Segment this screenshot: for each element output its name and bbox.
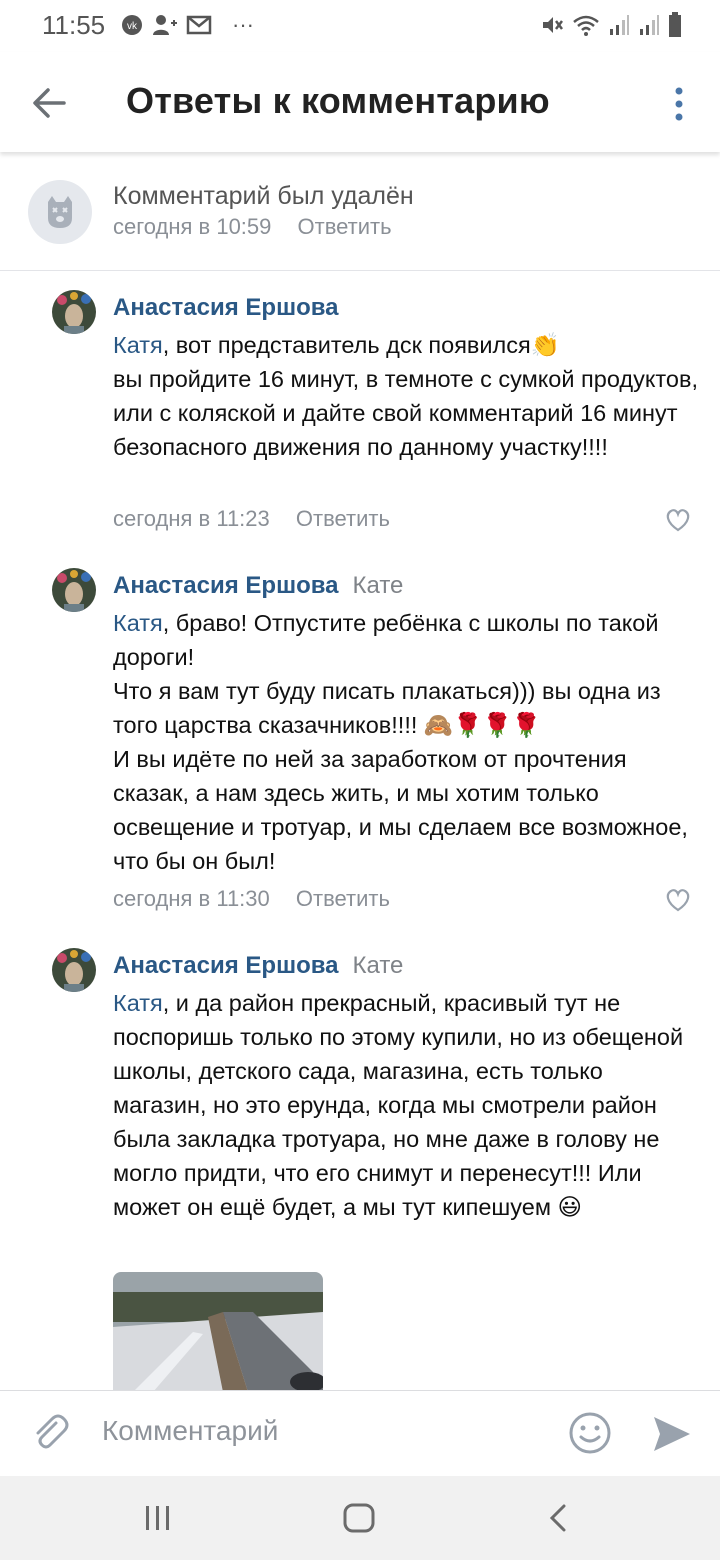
mention-link[interactable]: Катя (113, 332, 163, 358)
back-icon[interactable] (542, 1502, 578, 1534)
comment-input-bar: Комментарий (0, 1390, 720, 1477)
author-name[interactable]: Анастасия Ершова (113, 952, 339, 979)
system-nav-bar (0, 1476, 720, 1560)
reply-button[interactable]: Ответить (298, 214, 392, 239)
reply-button[interactable]: Ответить (296, 506, 390, 531)
comment-item: Анастасия Ершова Кате Катя, и да район пр… (0, 930, 720, 1392)
back-arrow-icon[interactable] (30, 84, 68, 122)
mention-link[interactable]: Катя (113, 610, 163, 636)
mail-icon (186, 15, 212, 35)
heart-icon[interactable] (664, 886, 692, 914)
reply-to-name[interactable]: Кате (353, 952, 404, 979)
status-time: 11:55 (42, 10, 106, 40)
top-app-bar: Ответы к комментарию (0, 52, 720, 152)
comment-body: , и да район прекрасный, красивый тут не… (113, 990, 684, 1220)
comment-text: Катя, браво! Отпустите ребёнка с школы п… (113, 606, 698, 878)
more-dots-icon: ··· (232, 12, 254, 37)
comment-meta: сегодня в 11:23 Ответить (113, 506, 390, 532)
add-user-icon (153, 15, 177, 35)
signal-icon (640, 15, 659, 35)
comment-item: Анастасия Ершова Катя, вот представитель… (0, 270, 720, 570)
deleted-comment-text: Комментарий был удалён (113, 182, 414, 210)
comment-body: , браво! Отпустите ребёнка с школы по та… (113, 610, 688, 874)
comment-input[interactable]: Комментарий (102, 1415, 278, 1447)
mention-link[interactable]: Катя (113, 990, 163, 1016)
comment-header: Анастасия Ершова Кате (113, 572, 403, 600)
home-icon[interactable] (341, 1502, 377, 1534)
deleted-user-avatar (28, 180, 92, 244)
avatar[interactable] (52, 568, 96, 612)
more-vertical-icon[interactable] (672, 86, 686, 122)
author-name[interactable]: Анастасия Ершова (113, 572, 339, 599)
comment-header: Анастасия Ершова Кате (113, 952, 403, 980)
attached-photo[interactable] (113, 1272, 323, 1392)
page-title: Ответы к комментарию (126, 80, 550, 121)
comment-text: Катя, вот представитель дск появился👏 вы… (113, 328, 698, 464)
comment-time: сегодня в 11:23 (113, 506, 270, 531)
paperclip-icon[interactable] (30, 1413, 70, 1453)
reply-to-name[interactable]: Кате (353, 572, 404, 599)
comment-text: Катя, и да район прекрасный, красивый ту… (113, 986, 698, 1224)
status-notification-icons: vk ··· (120, 12, 254, 38)
comment-meta: сегодня в 10:59 Ответить (113, 214, 392, 240)
wifi-icon (573, 15, 599, 36)
comment-time: сегодня в 10:59 (113, 214, 272, 239)
status-bar: 11:55 vk ··· (0, 0, 720, 52)
vk-icon: vk (122, 15, 142, 35)
status-system-icons (540, 12, 682, 38)
battery-icon (669, 12, 681, 37)
heart-icon[interactable] (664, 506, 692, 534)
comment-header: Анастасия Ершова (113, 294, 339, 322)
author-name[interactable]: Анастасия Ершова (113, 294, 339, 321)
avatar[interactable] (52, 948, 96, 992)
recent-apps-icon[interactable] (140, 1502, 176, 1534)
deleted-comment: Комментарий был удалён сегодня в 10:59 О… (0, 152, 720, 271)
comment-time: сегодня в 11:30 (113, 886, 270, 911)
svg-text:vk: vk (127, 21, 138, 32)
deleted-dog-icon (48, 196, 72, 228)
comment-item: Анастасия Ершова Кате Катя, браво! Отпуст… (0, 550, 720, 930)
emoji-icon[interactable] (568, 1411, 612, 1455)
signal-icon (610, 15, 629, 35)
reply-button[interactable]: Ответить (296, 886, 390, 911)
mute-icon (543, 17, 563, 33)
avatar[interactable] (52, 290, 96, 334)
comment-meta: сегодня в 11:30 Ответить (113, 886, 390, 912)
comment-body: , вот представитель дск появился👏 вы про… (113, 332, 698, 460)
send-icon[interactable] (652, 1415, 692, 1453)
